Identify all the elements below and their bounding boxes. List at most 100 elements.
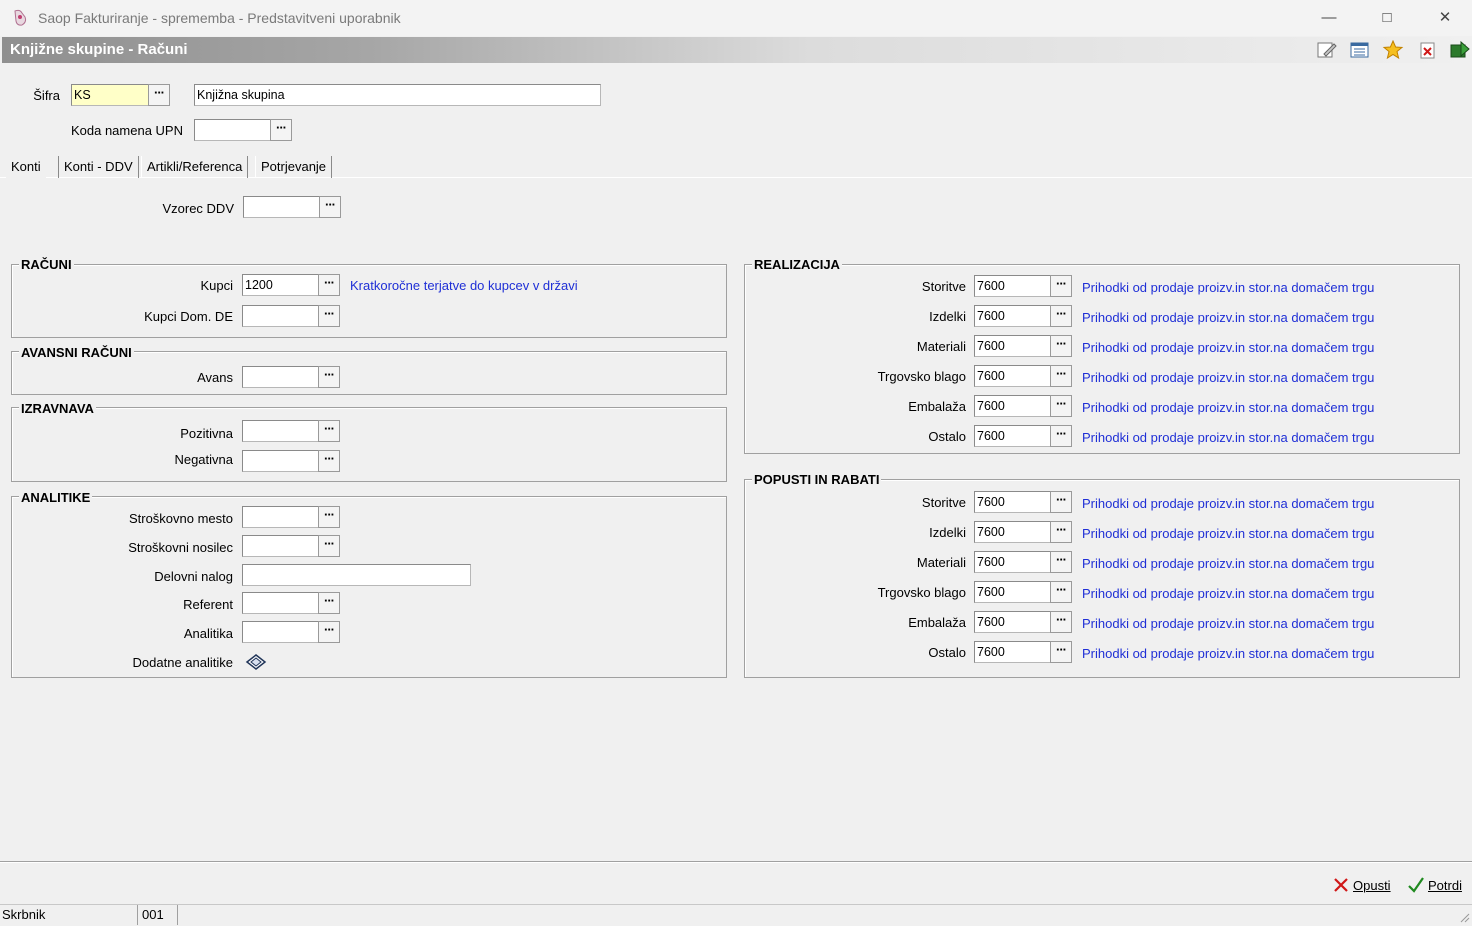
close-icon[interactable]: ✕ (1416, 0, 1472, 36)
realizacija-row-lookup-button[interactable]: ··· (1050, 305, 1072, 327)
realizacija-row-label: Materiali (916, 339, 966, 354)
popusti-row-lookup-button[interactable]: ··· (1050, 641, 1072, 663)
stroskovni-nosilec-lookup-button[interactable]: ··· (318, 535, 340, 557)
popusti-row-lookup-button[interactable]: ··· (1050, 581, 1072, 603)
popusti-row-input[interactable]: 7600 (974, 551, 1051, 573)
stroskovno-mesto-input[interactable] (242, 506, 319, 528)
realizacija-row-label: Embalaža (908, 399, 966, 414)
upn-input[interactable] (194, 119, 271, 141)
realizacija-row-lookup-button[interactable]: ··· (1050, 275, 1072, 297)
popusti-row-lookup-button[interactable]: ··· (1050, 521, 1072, 543)
tab-konti[interactable]: Konti (6, 156, 46, 178)
minimize-icon[interactable]: — (1300, 0, 1358, 36)
popusti-row-input[interactable]: 7600 (974, 521, 1051, 543)
upn-lookup-button[interactable]: ··· (270, 119, 292, 141)
kupci-lookup-button[interactable]: ··· (318, 274, 340, 296)
popusti-row-input[interactable]: 7600 (974, 581, 1051, 603)
avans-lookup-button[interactable]: ··· (318, 366, 340, 388)
naziv-input[interactable]: Knjižna skupina (194, 84, 601, 106)
favorite-star-icon[interactable] (1382, 39, 1404, 60)
referent-label: Referent (183, 597, 233, 612)
pozitivna-lookup-button[interactable]: ··· (318, 420, 340, 442)
popusti-row-input[interactable]: 7600 (974, 611, 1051, 633)
kupci-input[interactable]: 1200 (242, 274, 319, 296)
realizacija-row-input[interactable]: 7600 (974, 365, 1051, 387)
realizacija-row-input[interactable]: 7600 (974, 335, 1051, 357)
popusti-row-input[interactable]: 7600 (974, 491, 1051, 513)
additional-analytics-icon[interactable] (245, 653, 267, 671)
negativna-label: Negativna (174, 452, 233, 467)
stroskovno-mesto-label: Stroškovno mesto (128, 511, 233, 526)
cancel-button[interactable]: Opusti (1332, 875, 1396, 897)
realizacija-group-title: REALIZACIJA (752, 257, 842, 272)
realizacija-row-input[interactable]: 7600 (974, 275, 1051, 297)
edit-icon[interactable] (1316, 40, 1338, 60)
vzorec-ddv-input[interactable] (243, 196, 320, 218)
realizacija-row-label: Izdelki (929, 309, 966, 324)
realizacija-row-lookup-button[interactable]: ··· (1050, 335, 1072, 357)
racuni-group (11, 264, 727, 338)
popusti-row-lookup-button[interactable]: ··· (1050, 611, 1072, 633)
realizacija-row-description: Prihodki od prodaje proizv.in stor.na do… (1082, 400, 1375, 415)
popusti-row-lookup-button[interactable]: ··· (1050, 491, 1072, 513)
referent-lookup-button[interactable]: ··· (318, 592, 340, 614)
popusti-row-lookup-button[interactable]: ··· (1050, 551, 1072, 573)
negativna-input[interactable] (242, 450, 319, 472)
realizacija-row-input[interactable]: 7600 (974, 395, 1051, 417)
referent-input[interactable] (242, 592, 319, 614)
confirm-check-icon (1407, 876, 1425, 897)
form-title: Knjižne skupine - Računi (10, 41, 188, 58)
realizacija-row-lookup-button[interactable]: ··· (1050, 425, 1072, 447)
stroskovni-nosilec-input[interactable] (242, 535, 319, 557)
tab-potrjevanje[interactable]: Potrjevanje (255, 156, 333, 178)
popusti-row-input[interactable]: 7600 (974, 641, 1051, 663)
realizacija-row-lookup-button[interactable]: ··· (1050, 395, 1072, 417)
avans-label: Avans (197, 370, 233, 385)
delovni-nalog-label: Delovni nalog (154, 569, 233, 584)
resize-grip-icon[interactable] (1458, 911, 1470, 923)
vzorec-ddv-lookup-button[interactable]: ··· (319, 196, 341, 218)
realizacija-row-description: Prihodki od prodaje proizv.in stor.na do… (1082, 370, 1375, 385)
status-code: 001 (140, 905, 178, 925)
pozitivna-input[interactable] (242, 420, 319, 442)
popusti-row-description: Prihodki od prodaje proizv.in stor.na do… (1082, 556, 1375, 571)
negativna-lookup-button[interactable]: ··· (318, 450, 340, 472)
kupci-dom-input[interactable] (242, 305, 319, 327)
realizacija-row-description: Prihodki od prodaje proizv.in stor.na do… (1082, 430, 1375, 445)
popusti-group-title: POPUSTI IN RABATI (752, 472, 882, 487)
popusti-row-label: Storitve (921, 495, 966, 510)
realizacija-row-label: Storitve (921, 279, 966, 294)
kupci-dom-lookup-button[interactable]: ··· (318, 305, 340, 327)
realizacija-row-label: Ostalo (928, 429, 966, 444)
realizacija-row-label: Trgovsko blago (877, 369, 966, 384)
maximize-icon[interactable]: □ (1358, 0, 1416, 36)
sifra-input[interactable]: KS (71, 84, 149, 106)
delete-icon[interactable] (1417, 40, 1439, 60)
tab-konti-ddv[interactable]: Konti - DDV (58, 156, 139, 178)
kupci-dom-label: Kupci Dom. DE (144, 309, 233, 324)
cancel-button-label: Opusti (1353, 878, 1391, 893)
izravnava-group-title: IZRAVNAVA (19, 401, 96, 416)
popusti-row-label: Embalaža (908, 615, 966, 630)
delovni-nalog-input[interactable] (242, 564, 471, 586)
realizacija-row-input[interactable]: 7600 (974, 425, 1051, 447)
analitika-lookup-button[interactable]: ··· (318, 621, 340, 643)
realizacija-row-input[interactable]: 7600 (974, 305, 1051, 327)
confirm-button[interactable]: Potrdi (1407, 875, 1467, 897)
sifra-label: Šifra (33, 88, 60, 103)
upn-label: Koda namena UPN (70, 123, 183, 138)
tab-artikli-referenca[interactable]: Artikli/Referenca (141, 156, 249, 178)
avans-input[interactable] (242, 366, 319, 388)
realizacija-row-lookup-button[interactable]: ··· (1050, 365, 1072, 387)
sifra-lookup-button[interactable]: ··· (148, 84, 170, 106)
kupci-description: Kratkoročne terjatve do kupcev v državi (350, 278, 578, 293)
popusti-row-description: Prihodki od prodaje proizv.in stor.na do… (1082, 496, 1375, 511)
stroskovno-mesto-lookup-button[interactable]: ··· (318, 506, 340, 528)
cancel-x-icon (1332, 876, 1350, 897)
export-icon[interactable] (1449, 40, 1471, 60)
realizacija-row-description: Prihodki od prodaje proizv.in stor.na do… (1082, 310, 1375, 325)
izravnava-group (11, 407, 727, 482)
analitika-input[interactable] (242, 621, 319, 643)
list-icon[interactable] (1349, 40, 1371, 60)
popusti-row-description: Prihodki od prodaje proizv.in stor.na do… (1082, 526, 1375, 541)
